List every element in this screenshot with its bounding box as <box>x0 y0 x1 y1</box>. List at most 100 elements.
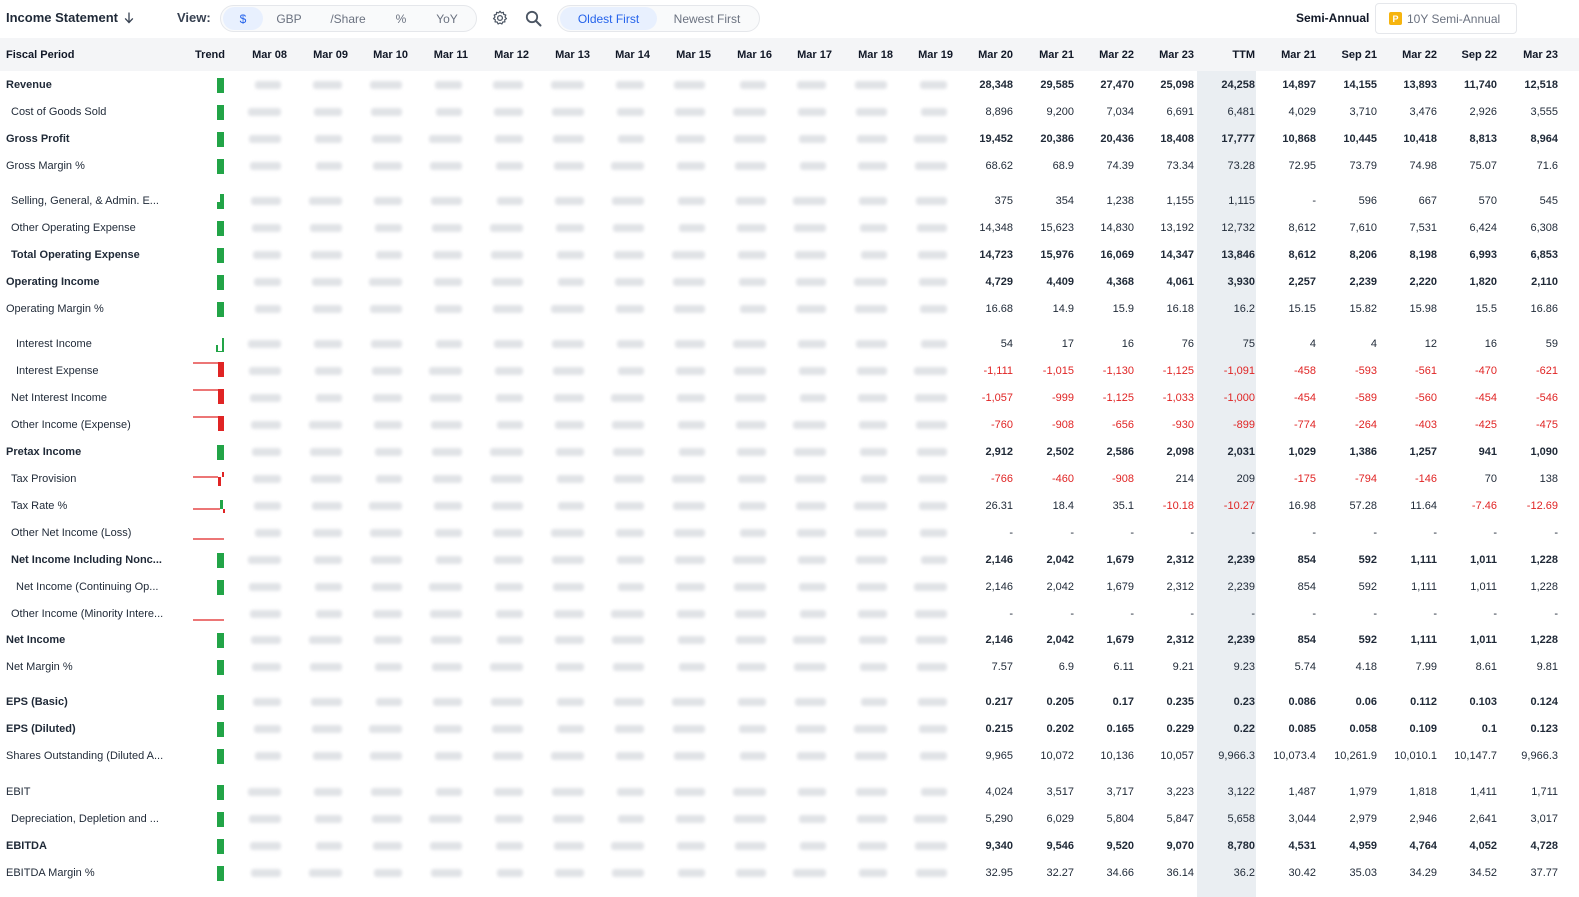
value-cell: 8.61 <box>1475 660 1497 673</box>
trend-sparkline[interactable] <box>191 389 226 406</box>
value-cell: 0.109 <box>1409 722 1437 735</box>
value-cell: 4,728 <box>1530 839 1558 852</box>
value-cell: - <box>1554 607 1558 620</box>
trend-sparkline[interactable] <box>191 783 226 800</box>
trend-sparkline[interactable] <box>191 246 226 263</box>
trend-sparkline[interactable] <box>191 443 226 460</box>
value-cell: 16.2 <box>1233 302 1255 315</box>
period-range-button[interactable]: P 10Y Semi-Annual <box>1375 3 1517 34</box>
row-label[interactable]: Revenue <box>6 71 168 98</box>
trend-sparkline[interactable] <box>191 362 226 379</box>
trend-sparkline[interactable] <box>191 578 226 595</box>
trend-sparkline[interactable] <box>191 605 226 622</box>
trend-sparkline[interactable] <box>191 300 226 317</box>
view-option-gbp[interactable]: GBP <box>263 7 315 30</box>
trend-sparkline[interactable] <box>191 470 226 487</box>
trend-sparkline[interactable] <box>191 335 226 353</box>
row-label[interactable]: Net Income (Continuing Op... <box>16 573 178 600</box>
settings-gear-icon[interactable] <box>491 9 509 27</box>
row-label[interactable]: Gross Profit <box>6 125 168 152</box>
trend-sparkline[interactable] <box>191 631 226 648</box>
trend-sparkline[interactable] <box>191 837 226 854</box>
newest-first-option[interactable]: Newest First <box>657 7 757 30</box>
column-header-hidden: Mar 10 <box>373 48 408 61</box>
row-label[interactable]: Other Income (Minority Intere... <box>11 600 173 627</box>
view-option-yoy[interactable]: YoY <box>421 7 473 30</box>
search-icon[interactable] <box>524 9 542 27</box>
row-label[interactable]: Total Operating Expense <box>11 241 173 268</box>
value-cell: 6.9 <box>1058 660 1074 673</box>
view-option-percent[interactable]: % <box>381 7 421 30</box>
locked-value <box>374 421 402 429</box>
value-cell: 12 <box>1424 337 1437 350</box>
row-label[interactable]: Selling, General, & Admin. E... <box>11 187 173 214</box>
table-row: EPS (Diluted) 0.215 0.202 0.165 0.229 0.22 0.0… <box>0 715 1579 742</box>
oldest-first-option[interactable]: Oldest First <box>560 7 657 30</box>
trend-sparkline[interactable] <box>191 693 226 710</box>
row-label[interactable]: Operating Margin % <box>6 295 168 322</box>
trend-sparkline[interactable] <box>191 219 226 236</box>
row-label[interactable]: EBIT <box>6 778 168 805</box>
row-label[interactable]: Net Income Including Nonc... <box>11 546 173 573</box>
statement-selector[interactable]: Income Statement <box>6 10 134 25</box>
row-label[interactable]: Depreciation, Depletion and ... <box>11 805 173 832</box>
locked-value <box>612 421 644 429</box>
row-label[interactable]: Net Margin % <box>6 653 168 680</box>
row-label[interactable]: Interest Income <box>16 330 178 357</box>
value-cell: 35.03 <box>1349 866 1377 879</box>
value-cell: 32.95 <box>985 866 1013 879</box>
row-label[interactable]: Other Income (Expense) <box>11 411 173 438</box>
row-label[interactable]: Tax Rate % <box>11 492 173 519</box>
row-label[interactable]: Cost of Goods Sold <box>11 98 173 125</box>
locked-value <box>917 448 947 456</box>
value-cell: 592 <box>1358 633 1377 646</box>
trend-sparkline[interactable] <box>191 864 226 881</box>
locked-value <box>552 788 584 796</box>
value-cell: 1,818 <box>1409 785 1437 798</box>
row-label[interactable]: Pretax Income <box>6 438 168 465</box>
value-cell: - <box>1312 194 1316 207</box>
row-label[interactable]: Net Income <box>6 626 168 653</box>
trend-sparkline[interactable] <box>191 416 226 433</box>
row-label[interactable]: Net Interest Income <box>11 384 173 411</box>
row-label[interactable]: Operating Income <box>6 268 168 295</box>
row-label[interactable]: EBITDA Margin % <box>6 859 168 886</box>
value-cell: -561 <box>1414 364 1437 377</box>
row-label[interactable]: EBITDA <box>6 832 168 859</box>
view-option-per-share[interactable]: /Share <box>315 7 381 30</box>
value-cell: -1,125 <box>1162 364 1194 377</box>
trend-sparkline[interactable] <box>191 810 226 827</box>
trend-sparkline[interactable] <box>191 157 226 174</box>
locked-value <box>552 340 584 348</box>
row-label[interactable]: Tax Provision <box>11 465 173 492</box>
trend-sparkline[interactable] <box>191 524 226 541</box>
trend-sparkline[interactable] <box>191 103 226 120</box>
locked-value <box>436 108 462 116</box>
row-label[interactable]: Gross Margin % <box>6 152 168 179</box>
trend-sparkline[interactable] <box>191 76 226 93</box>
locked-value <box>251 636 281 644</box>
table-row: EBITDA Margin % 32.95 32.27 34.66 36.14 36.2 3… <box>0 859 1579 886</box>
trend-sparkline[interactable] <box>191 273 226 290</box>
row-label[interactable]: Shares Outstanding (Diluted A... <box>6 742 168 769</box>
row-label[interactable]: Other Operating Expense <box>11 214 173 241</box>
locked-value <box>434 725 462 733</box>
table-row: Other Income (Minority Intere... - - - - - - - -… <box>0 600 1579 627</box>
value-cell: -1,130 <box>1102 364 1134 377</box>
view-option-dollar[interactable]: $ <box>223 7 263 30</box>
trend-sparkline[interactable] <box>191 720 226 737</box>
row-label[interactable]: Other Net Income (Loss) <box>11 519 173 546</box>
trend-sparkline[interactable] <box>191 747 226 764</box>
trend-sparkline[interactable] <box>191 551 226 568</box>
trend-sparkline[interactable] <box>191 658 226 675</box>
locked-value <box>373 162 402 170</box>
locked-value <box>433 698 462 706</box>
trend-sparkline[interactable] <box>191 497 226 514</box>
row-label[interactable]: Interest Expense <box>16 357 178 384</box>
row-label[interactable]: EPS (Diluted) <box>6 715 168 742</box>
trend-sparkline[interactable] <box>191 130 226 147</box>
locked-value <box>251 421 281 429</box>
row-label[interactable]: EPS (Basic) <box>6 688 168 715</box>
trend-sparkline[interactable] <box>191 192 226 209</box>
value-cell: 16 <box>1121 337 1134 350</box>
